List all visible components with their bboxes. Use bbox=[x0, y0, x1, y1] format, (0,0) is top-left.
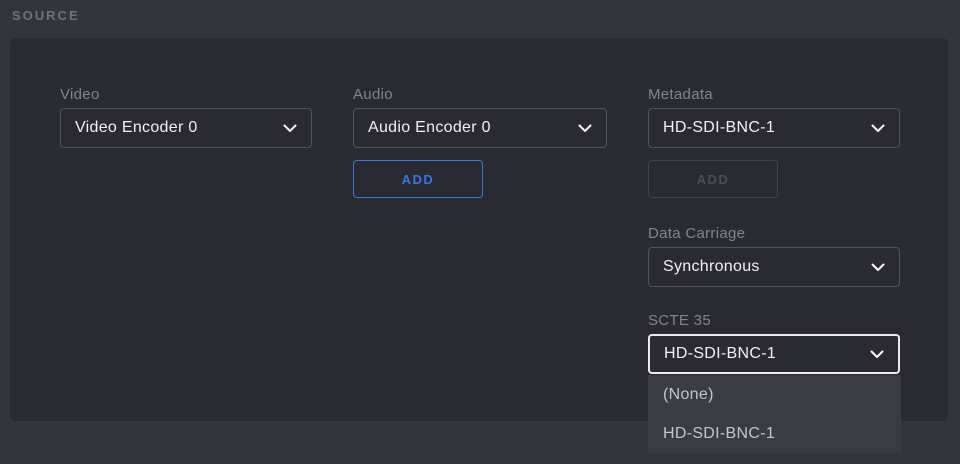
audio-label: Audio bbox=[353, 86, 393, 103]
metadata-label: Metadata bbox=[648, 86, 713, 103]
scte35-label: SCTE 35 bbox=[648, 312, 711, 329]
chevron-down-icon bbox=[871, 263, 885, 272]
scte35-select-value: HD-SDI-BNC-1 bbox=[664, 345, 776, 363]
metadata-select-value: HD-SDI-BNC-1 bbox=[663, 119, 775, 137]
data-carriage-label: Data Carriage bbox=[648, 225, 745, 242]
chevron-down-icon bbox=[871, 124, 885, 133]
chevron-down-icon bbox=[578, 124, 592, 133]
video-label: Video bbox=[60, 86, 100, 103]
scte35-menu-item-hd-sdi-bnc-1[interactable]: HD-SDI-BNC-1 bbox=[648, 414, 901, 453]
chevron-down-icon bbox=[283, 124, 297, 133]
page-title: SOURCE bbox=[12, 8, 80, 23]
scte35-menu-item-none[interactable]: (None) bbox=[648, 375, 901, 414]
metadata-select[interactable]: HD-SDI-BNC-1 bbox=[648, 108, 900, 148]
scte35-select[interactable]: HD-SDI-BNC-1 bbox=[648, 334, 900, 374]
add-audio-button[interactable]: ADD bbox=[353, 160, 483, 198]
data-carriage-select[interactable]: Synchronous bbox=[648, 247, 900, 287]
video-select[interactable]: Video Encoder 0 bbox=[60, 108, 312, 148]
audio-select-value: Audio Encoder 0 bbox=[368, 119, 491, 137]
video-select-value: Video Encoder 0 bbox=[75, 119, 198, 137]
data-carriage-select-value: Synchronous bbox=[663, 258, 760, 276]
add-metadata-button[interactable]: ADD bbox=[648, 160, 778, 198]
scte35-dropdown-menu: (None) HD-SDI-BNC-1 bbox=[648, 375, 901, 453]
chevron-down-icon bbox=[870, 350, 884, 359]
source-settings-page: SOURCE Video Video Encoder 0 Audio Audio… bbox=[0, 0, 960, 464]
audio-select[interactable]: Audio Encoder 0 bbox=[353, 108, 607, 148]
